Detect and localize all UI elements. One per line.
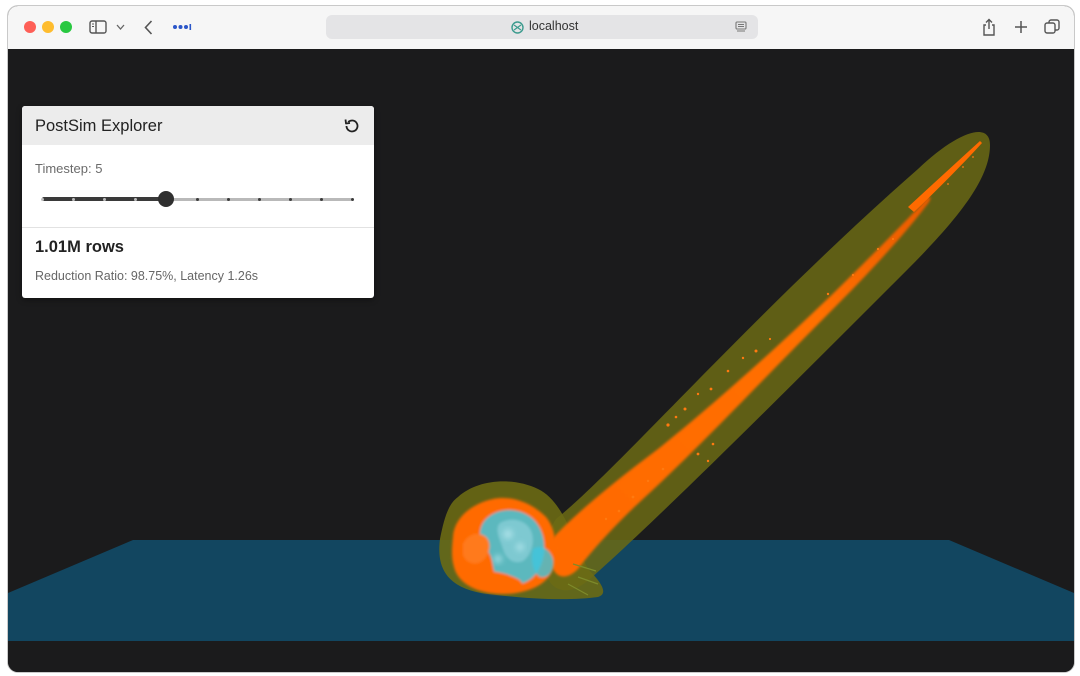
crater-cluster <box>452 498 556 594</box>
row-count: 1.01M rows <box>35 238 124 256</box>
reader-icon[interactable] <box>734 20 748 34</box>
3d-viewport[interactable]: PostSim Explorer Timestep: 5 1.01M rows … <box>8 49 1074 672</box>
slider-step-mark <box>350 198 354 201</box>
tabs-overview-icon[interactable] <box>1043 18 1061 36</box>
slider-thumb[interactable] <box>158 191 174 207</box>
chevron-down-icon[interactable] <box>113 20 127 34</box>
chevron-left-icon[interactable] <box>140 18 156 36</box>
plus-icon[interactable] <box>1012 18 1030 36</box>
slider-step-mark <box>71 198 75 201</box>
slider-step-mark <box>319 198 323 201</box>
slider-step-mark <box>133 198 137 201</box>
address-bar[interactable]: localhost <box>326 15 758 39</box>
slider-step-mark <box>257 198 261 201</box>
postsim-panel: PostSim Explorer Timestep: 5 1.01M rows … <box>22 106 374 298</box>
reset-icon[interactable] <box>340 114 364 138</box>
panel-header: PostSim Explorer <box>22 106 374 145</box>
url-text: localhost <box>529 19 579 33</box>
browser-window: localhost PostSim Explorer Timestep: 5 1… <box>8 6 1074 672</box>
slider-step-mark <box>102 198 106 201</box>
minimize-window-button[interactable] <box>42 21 54 33</box>
close-window-button[interactable] <box>24 21 36 33</box>
dots-icon[interactable] <box>171 20 193 34</box>
timestep-slider[interactable] <box>40 190 354 208</box>
slider-step-mark <box>195 198 199 201</box>
share-icon[interactable] <box>980 17 998 37</box>
slider-step-mark <box>226 198 230 201</box>
panel-divider <box>22 227 374 228</box>
stats-text: Reduction Ratio: 98.75%, Latency 1.26s <box>35 269 259 283</box>
browser-toolbar: localhost <box>8 6 1074 50</box>
timestep-label: Timestep: 5 <box>35 161 103 176</box>
panel-title: PostSim Explorer <box>35 117 163 135</box>
zoom-window-button[interactable] <box>60 21 72 33</box>
sidebar-icon[interactable] <box>88 18 108 36</box>
site-globe-icon <box>510 20 524 34</box>
slider-step-mark <box>40 198 44 201</box>
slider-step-mark <box>288 198 292 201</box>
